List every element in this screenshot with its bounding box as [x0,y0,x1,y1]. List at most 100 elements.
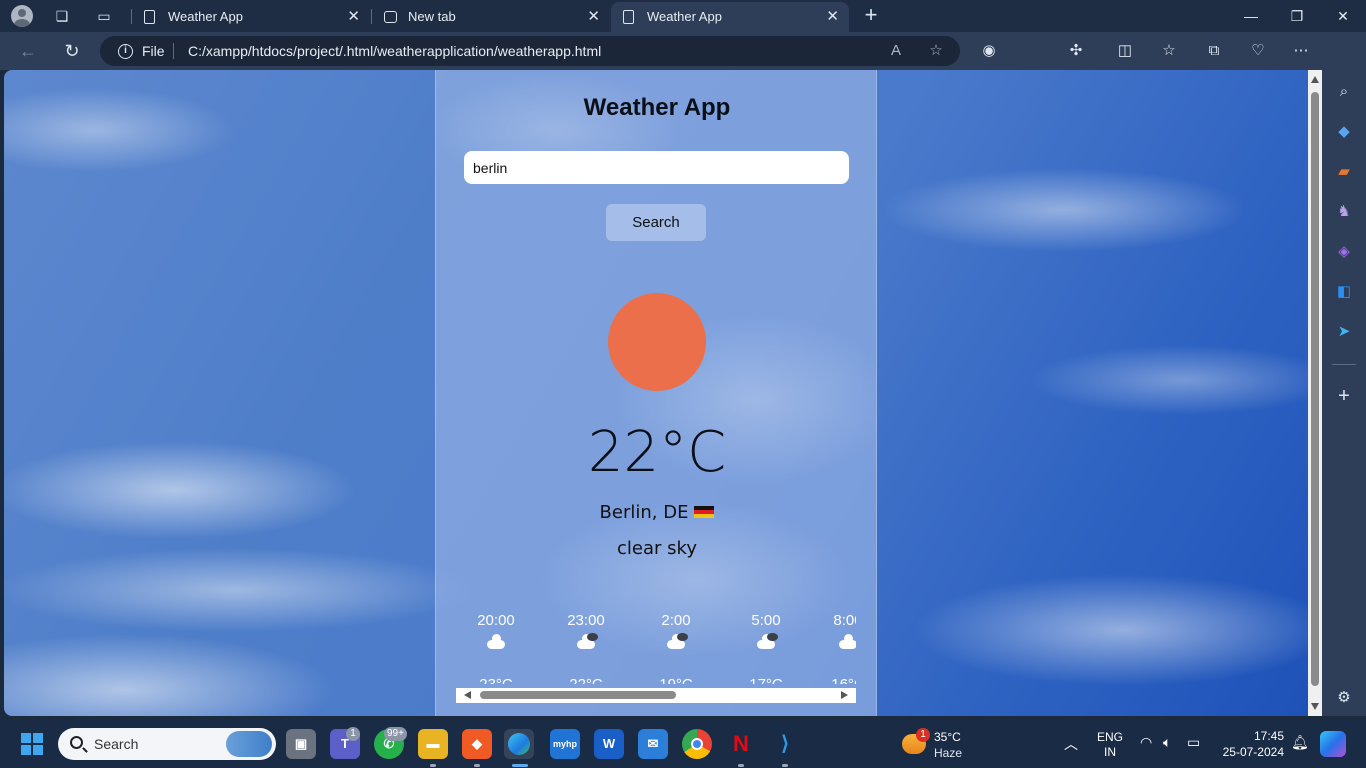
drop-send-icon[interactable]: ➤ [1334,322,1354,342]
city-search-input[interactable] [464,151,849,184]
page-viewport: Weather App Search 22°C Berlin, DE clear… [4,70,1308,716]
tab-new-tab[interactable]: New tab ✕ [372,2,610,32]
search-button[interactable]: Search [606,204,706,241]
chrome-icon[interactable] [682,729,712,759]
read-aloud-icon[interactable]: A [886,41,906,61]
vscode-icon[interactable]: ⟩ [770,729,800,759]
games-icon[interactable]: ♞ [1334,202,1354,222]
taskbar-search-label: Search [94,736,139,752]
night-cloud-icon [546,633,626,662]
task-view-icon[interactable]: ▣ [286,729,316,759]
file-explorer-icon[interactable]: ▬ [418,729,448,759]
wifi-icon[interactable]: ◠ [1140,734,1152,751]
language-indicator[interactable]: ENG IN [1097,730,1123,760]
scrollbar-thumb[interactable] [1311,92,1319,686]
forecast-time: 23:00 [567,612,605,629]
back-arrow-icon[interactable]: ← [17,40,39,62]
more-menu-icon[interactable]: ⋯ [1290,40,1312,62]
weather-temperature: 35°C [934,730,961,744]
forecast-item: 8:00 16°C [808,612,856,684]
close-tab-icon[interactable]: ✕ [826,2,839,32]
profile-avatar-icon[interactable] [11,5,33,27]
new-tab-button[interactable]: + [860,4,882,26]
tab-label: Weather App [647,9,722,24]
forecast-temp: 23°C [456,676,536,684]
notification-bell-icon[interactable]: 🔔︎ [1291,734,1309,751]
microsoft-365-icon[interactable]: ◈ [1334,242,1354,262]
forecast-item: 23:00 22°C [546,612,626,684]
tab-weather-app-1[interactable]: Weather App ✕ [132,2,370,32]
running-indicator [430,764,436,767]
mail-icon[interactable]: ✉ [638,729,668,759]
minimize-button[interactable]: — [1228,0,1274,32]
volume-icon[interactable]: 🔈︎ [1163,734,1171,751]
extensions-puzzle-icon[interactable]: ✣ [1065,40,1087,62]
outlook-icon[interactable]: ◧ [1334,282,1354,302]
location-name: Berlin, DE [599,502,689,523]
myhp-icon[interactable]: myhp [550,729,580,759]
split-screen-icon[interactable]: ◫ [1114,40,1136,62]
tools-briefcase-icon[interactable]: ▰ [1334,162,1354,182]
forecast-scrollbar[interactable] [456,688,856,703]
system-clock[interactable]: 17:45 25-07-2024 [1218,728,1284,760]
collections-icon[interactable]: ⧉ [1203,40,1225,62]
taskbar-search-box[interactable]: Search [58,728,276,760]
address-bar[interactable]: i File C:/xampp/htdocs/project/.html/wea… [100,36,960,66]
forecast-time: 5:00 [751,612,781,629]
brave-browser-icon[interactable]: ◆ [462,729,492,759]
tab-label: New tab [408,9,456,24]
close-tab-icon[interactable]: ✕ [587,2,600,32]
page-icon [623,10,634,24]
extension-icon[interactable]: ◉ [978,40,1000,62]
url-text[interactable]: C:/xampp/htdocs/project/.html/weatherapp… [188,43,601,59]
weather-widget[interactable]: 1 35°C Haze [902,728,982,762]
windows-start-icon[interactable] [21,733,43,755]
tab-separator [131,9,132,24]
netflix-icon[interactable]: N [726,729,756,759]
favorites-icon[interactable]: ☆ [1158,40,1180,62]
scroll-right-arrow-icon[interactable] [841,691,848,699]
tab-weather-app-active[interactable]: Weather App ✕ [611,2,849,32]
close-tab-icon[interactable]: ✕ [347,2,360,32]
title-bar: ❏ ▭ Weather App ✕ New tab ✕ Weather App … [0,0,1366,32]
site-info-icon[interactable]: i [118,44,133,59]
whatsapp-badge: 99+ [384,727,407,741]
forecast-time: 8:00 [833,612,856,629]
shopping-tag-icon[interactable]: ◆ [1334,122,1354,142]
add-icon[interactable]: + [1334,386,1354,406]
forecast-item: 2:00 19°C [636,612,716,684]
search-icon[interactable]: ⌕ [1334,82,1354,102]
restore-button[interactable]: ❐ [1274,0,1320,32]
favorite-star-icon[interactable]: ☆ [926,41,946,61]
edge-browser-icon[interactable] [504,729,534,759]
taskbar: Search ▣ T 1 ✆ 99+ ▬ ◆ myhp W ✉ N ⟩ 1 35… [0,720,1366,768]
germany-flag-icon [694,506,715,518]
new-tab-page-icon [384,11,397,23]
night-cloud-icon [636,633,716,662]
hourly-forecast[interactable]: 20:00 23°C 23:00 22°C 2:00 19°C 5:00 17°… [456,612,856,684]
page-scrollbar[interactable] [1308,70,1322,716]
scroll-left-arrow-icon[interactable] [464,691,471,699]
teams-badge: 1 [346,727,360,741]
show-hidden-icons-chevron-icon[interactable]: ︿ [1064,734,1078,754]
scroll-up-arrow-icon[interactable] [1311,76,1319,83]
workspaces-icon[interactable]: ❏ [52,6,72,26]
address-separator [173,43,174,59]
app-title: Weather App [583,94,731,121]
browser-essentials-icon[interactable]: ♡ [1247,40,1269,62]
settings-gear-icon[interactable]: ⚙ [1334,688,1354,708]
clock-time: 17:45 [1253,729,1284,743]
copilot-taskbar-icon[interactable] [1320,731,1346,757]
navigation-bar: ← ↻ i File C:/xampp/htdocs/project/.html… [0,32,1366,95]
scrollbar-thumb[interactable] [480,691,676,699]
forecast-temp: 16°C [808,676,856,684]
battery-icon[interactable]: ▭ [1187,734,1200,751]
tab-actions-icon[interactable]: ▭ [94,6,114,26]
close-window-button[interactable]: ✕ [1320,0,1366,32]
weather-alert-badge: 1 [916,728,930,742]
word-icon[interactable]: W [594,729,624,759]
current-temperature: 22°C [587,420,727,485]
scroll-down-arrow-icon[interactable] [1311,703,1319,710]
sidebar-divider [1332,364,1356,365]
refresh-icon[interactable]: ↻ [61,40,83,62]
